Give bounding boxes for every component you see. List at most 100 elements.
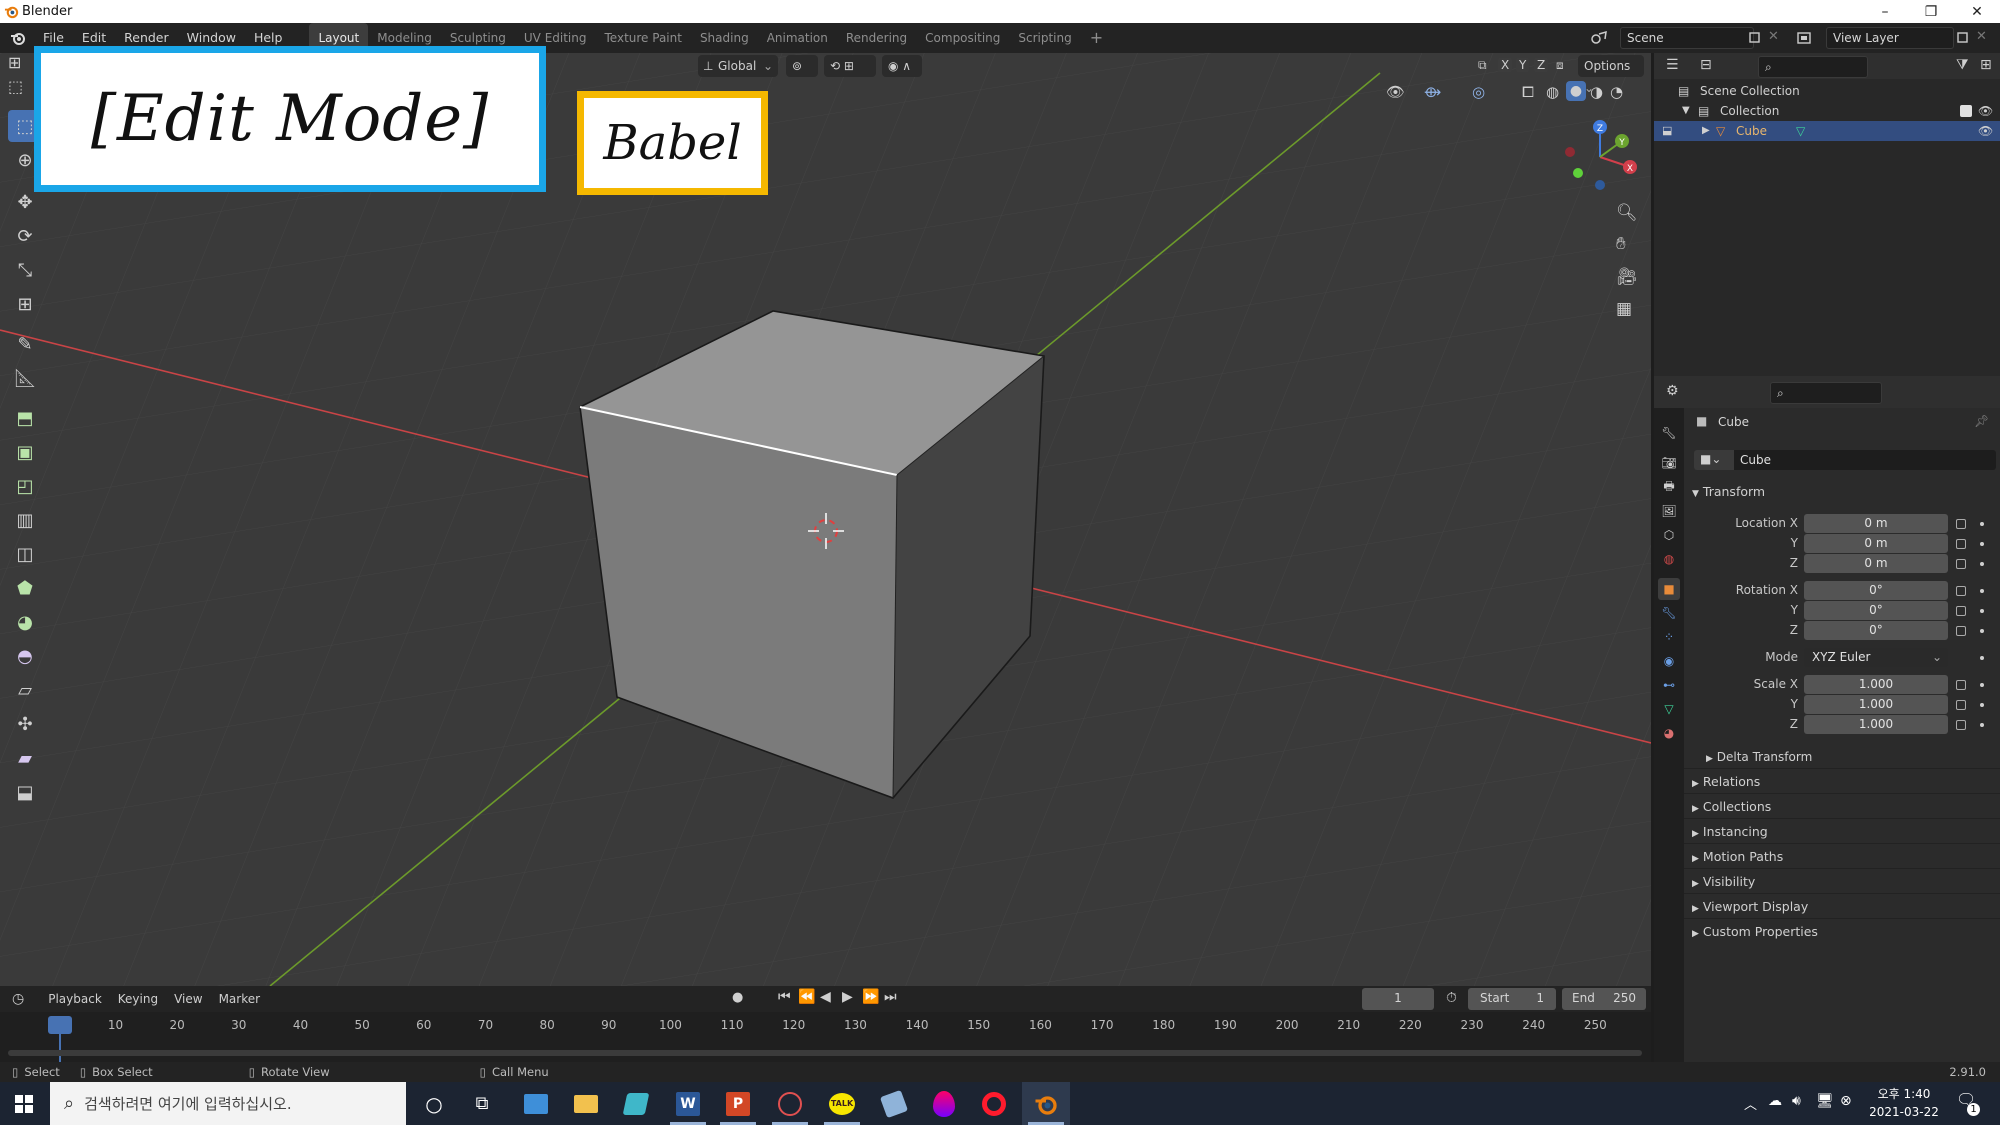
shear-tool[interactable]: ▰ (8, 742, 42, 774)
menu-playback[interactable]: Playback (40, 992, 110, 1006)
location-z-field[interactable]: 0 m (1804, 554, 1948, 573)
smooth-tool[interactable]: ◓ (8, 640, 42, 672)
ime-icon[interactable]: ⊗ (1840, 1093, 1852, 1109)
edge-slide-tool[interactable]: ▱ (8, 674, 42, 706)
lock-icon[interactable] (1956, 680, 1966, 690)
tab-scripting[interactable]: Scripting (1009, 23, 1080, 53)
outliner-row-cube[interactable]: ⬓ ▶ ▽ Cube ▽ 👁 (1654, 121, 2000, 141)
lock-icon[interactable] (1956, 586, 1966, 596)
location-y-field[interactable]: 0 m (1804, 534, 1948, 553)
visibility-eye-icon[interactable]: 👁 (1978, 121, 1993, 141)
collection-checkbox[interactable] (1960, 105, 1972, 117)
onedrive-icon[interactable]: ☁ (1768, 1093, 1782, 1109)
menu-keying[interactable]: Keying (110, 992, 166, 1006)
instancing-section-header[interactable]: ▶ Instancing (1692, 824, 1768, 839)
edit-mode-indicator-icon[interactable]: ⬓ (1662, 121, 1672, 141)
taskbar-app-1[interactable] (512, 1082, 560, 1125)
scene-icon[interactable] (1590, 30, 1608, 46)
lock-icon[interactable] (1956, 606, 1966, 616)
rotate-tool[interactable]: ⟳ (8, 220, 42, 252)
annotate-tool[interactable]: ✎ (8, 328, 42, 360)
filter-icon[interactable]: ⧩ (1956, 57, 1969, 73)
visibility-eye-icon[interactable]: 👁 (1978, 101, 1993, 121)
transform-tool[interactable]: ⊞ (8, 288, 42, 320)
tab-render[interactable]: 📷︎ (1658, 452, 1680, 474)
knife-tool[interactable]: ◫ (8, 538, 42, 570)
menu-view[interactable]: View (166, 992, 210, 1006)
tab-texture-paint[interactable]: Texture Paint (596, 23, 691, 53)
rotation-mode-dropdown[interactable]: XYZ Euler ⌄ (1804, 648, 1948, 667)
scale-tool[interactable]: ⤡ (8, 254, 42, 286)
tab-object[interactable]: ■ (1658, 578, 1680, 600)
delete-view-layer-icon[interactable]: ✕ (1976, 29, 1987, 44)
properties-editor-type-icon[interactable]: ⚙ (1666, 383, 1679, 399)
visibility-section-header[interactable]: ▶ Visibility (1692, 874, 1755, 889)
close-button[interactable]: ✕ (1954, 0, 2000, 23)
keyframe-dot-icon[interactable] (1980, 589, 1984, 593)
view-layer-selector[interactable]: View Layer (1826, 27, 1954, 49)
custom-properties-section-header[interactable]: ▶ Custom Properties (1692, 924, 1818, 939)
loop-cut-tool[interactable]: ▥ (8, 504, 42, 536)
overlays-toggle-icon[interactable]: ◎ (1472, 83, 1485, 101)
mirror-axis-z[interactable]: Z (1534, 58, 1549, 72)
navigation-gizmo[interactable]: Z X Y (1560, 115, 1640, 195)
taskbar-app-5[interactable] (920, 1082, 968, 1125)
transform-orientation-dropdown[interactable]: Global ⌄ ⊥ (698, 55, 778, 77)
pivot-point-button[interactable]: ⊚ (786, 55, 818, 77)
timer-icon[interactable]: ⏱ (1446, 990, 1457, 1006)
expand-arrow-icon[interactable]: ▶ (1702, 121, 1710, 141)
tab-compositing[interactable]: Compositing (916, 23, 1009, 53)
keyframe-dot-icon[interactable] (1980, 723, 1984, 727)
next-keyframe-icon[interactable]: ⏩ (862, 989, 879, 1005)
task-view-button[interactable]: ⧉ (458, 1082, 506, 1125)
restore-button[interactable]: ❐ (1908, 0, 1954, 23)
outliner-row-collection[interactable]: ▼ ▤ Collection 👁 (1654, 101, 2000, 121)
tab-physics[interactable]: ◉ (1658, 650, 1680, 672)
scene-selector[interactable]: Scene (1620, 27, 1754, 49)
tab-constraints[interactable]: ⊷ (1658, 674, 1680, 696)
extrude-tool[interactable]: ⬒ (8, 402, 42, 434)
taskbar-word[interactable]: W (664, 1082, 712, 1125)
visibility-icon[interactable]: 👁 (1386, 83, 1405, 101)
motion-paths-section-header[interactable]: ▶ Motion Paths (1692, 849, 1783, 864)
taskbar-opera[interactable] (970, 1082, 1018, 1125)
rip-region-tool[interactable]: ⬓ (8, 776, 42, 808)
timeline-scrollbar[interactable] (8, 1050, 1642, 1056)
properties-search-input[interactable]: ⌕ (1770, 382, 1882, 404)
object-browse-button[interactable]: ■⌄ (1694, 450, 1734, 470)
tab-scene[interactable]: ⬡ (1658, 524, 1680, 546)
start-button[interactable] (0, 1082, 48, 1125)
select-mode-icon[interactable]: ⬚ (8, 77, 23, 96)
mirror-icon[interactable]: ⧉ (1478, 58, 1487, 73)
taskbar-blender[interactable] (1022, 1082, 1070, 1125)
cortana-button[interactable]: ○ (410, 1082, 458, 1125)
taskbar-file-explorer[interactable] (562, 1082, 610, 1125)
keyframe-dot-icon[interactable] (1980, 562, 1984, 566)
auto-merge-icon[interactable]: ⧈ (1556, 58, 1564, 73)
new-view-layer-icon[interactable] (1956, 31, 1970, 45)
keyframe-dot-icon[interactable] (1980, 703, 1984, 707)
timeline-editor-type-icon[interactable]: ◷ (0, 991, 32, 1007)
poly-build-tool[interactable]: ⬟ (8, 572, 42, 604)
gizmo-toggle-icon[interactable]: ⟴ (1424, 83, 1441, 101)
prev-keyframe-icon[interactable]: ⏪ (798, 989, 815, 1005)
options-dropdown[interactable]: Options ⌄ (1578, 55, 1644, 95)
expand-arrow-icon[interactable]: ▼ (1682, 101, 1690, 121)
zoom-icon[interactable]: 🔍︎ (1616, 203, 1638, 223)
transform-section-header[interactable]: ▼ Transform (1692, 484, 1765, 499)
measure-tool[interactable]: 📐︎ (8, 362, 42, 394)
end-frame-field[interactable]: End 250 (1562, 988, 1646, 1010)
rotation-z-field[interactable]: 0° (1804, 621, 1948, 640)
keyframe-dot-icon[interactable] (1980, 609, 1984, 613)
taskbar-clock[interactable]: 오후 1:40 2021-03-22 (1864, 1085, 1944, 1121)
xray-toggle-icon[interactable]: ⧠ (1522, 83, 1534, 101)
bevel-tool[interactable]: ◰ (8, 470, 42, 502)
jump-end-icon[interactable]: ⏭ (884, 989, 897, 1005)
collections-section-header[interactable]: ▶ Collections (1692, 799, 1771, 814)
tab-particles[interactable]: ⁘ (1658, 626, 1680, 648)
mirror-axis-y[interactable]: Y (1516, 58, 1530, 72)
taskbar-app-3[interactable] (766, 1082, 814, 1125)
tab-rendering[interactable]: Rendering (837, 23, 916, 53)
keyframe-dot-icon[interactable] (1980, 542, 1984, 546)
tab-tool[interactable]: 🔧︎ (1658, 422, 1680, 444)
